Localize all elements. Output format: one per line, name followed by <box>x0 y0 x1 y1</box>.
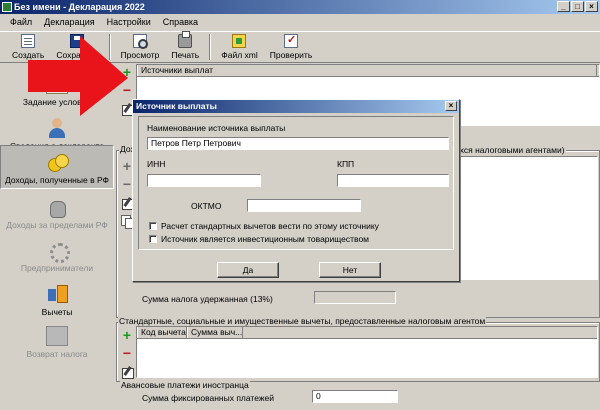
inn-input[interactable] <box>147 174 261 187</box>
deduction-code-column: Код вычета <box>137 327 187 338</box>
xml-file-icon <box>232 34 247 48</box>
tax-withheld-label: Сумма налога удержанная (13%) <box>142 294 273 304</box>
sidebar-item-income-abroad[interactable]: Доходы за пределами РФ <box>0 189 114 233</box>
investment-partnership-checkbox[interactable] <box>149 235 157 243</box>
payment-source-dialog: Источник выплаты × Наименование источник… <box>132 99 460 282</box>
print-button[interactable]: Печать <box>165 31 205 62</box>
dialog-title: Источник выплаты <box>136 101 217 111</box>
menu-file[interactable]: Файл <box>4 14 38 30</box>
sidebar-item-label: Доходы, полученные в РФ <box>5 175 109 185</box>
source-name-label: Наименование источника выплаты <box>147 123 286 133</box>
sidebar-item-entrepreneurs[interactable]: Предприниматели <box>0 232 114 276</box>
advance-payments-title: Авансовые платежи иностранца <box>120 380 250 390</box>
app-icon <box>2 2 12 12</box>
oktmo-label: ОКТМО <box>191 201 222 211</box>
dialog-close-button[interactable]: × <box>445 101 457 111</box>
money-bag-icon <box>46 197 68 218</box>
oktmo-input[interactable] <box>247 199 361 212</box>
close-button[interactable]: × <box>585 1 598 12</box>
investment-partnership-checkbox-label: Источник является инвестиционным товарищ… <box>161 234 370 244</box>
sidebar-item-income-rf[interactable]: Доходы, полученные в РФ <box>0 145 114 189</box>
kpp-input[interactable] <box>337 174 449 187</box>
window-titlebar: Без имени - Декларация 2022 _ □ × <box>0 0 600 14</box>
deductions-icon <box>46 284 68 304</box>
sources-column-header: Источники выплат <box>137 65 597 76</box>
sidebar-item-label: Доходы за пределами РФ <box>6 220 108 230</box>
printer-icon <box>178 31 193 48</box>
xml-file-button[interactable]: Файл xml <box>215 34 263 62</box>
sidebar-item-label: Вычеты <box>41 307 73 317</box>
sidebar-item-deductions[interactable]: Вычеты <box>0 276 114 320</box>
standard-deductions-checkbox-row[interactable]: Расчет стандартных вычетов вести по этом… <box>149 221 379 231</box>
refund-icon <box>46 326 68 346</box>
arrow-shape <box>28 36 128 116</box>
sidebar-item-refund[interactable]: Возврат налога <box>0 318 114 362</box>
source-name-input[interactable]: Петров Петр Петрович <box>147 137 449 150</box>
menu-declaration[interactable]: Декларация <box>38 14 100 30</box>
tax-withheld-field <box>314 291 396 304</box>
standard-deductions-checkbox[interactable] <box>149 222 157 230</box>
window-controls: _ □ × <box>557 1 598 12</box>
add-deduction-button[interactable]: + <box>120 328 134 343</box>
kpp-label: КПП <box>337 159 355 169</box>
sidebar-item-label: Возврат налога <box>26 349 88 359</box>
deductions-title: Стандартные, социальные и имущественные … <box>118 316 487 326</box>
person-icon <box>46 118 68 138</box>
sources-grid-header: Источники выплат <box>137 65 599 77</box>
gear-icon <box>46 240 70 263</box>
no-button[interactable]: Нет <box>319 262 381 278</box>
delete-deduction-button[interactable]: − <box>120 346 134 361</box>
minimize-button[interactable]: _ <box>557 1 570 12</box>
edit-deduction-button[interactable] <box>120 365 134 379</box>
preview-magnifier-icon <box>132 34 148 49</box>
red-arrow-annotation <box>28 36 128 116</box>
investment-partnership-checkbox-row[interactable]: Источник является инвестиционным товарищ… <box>149 234 369 244</box>
deductions-grid-header: Код вычета Сумма выч... <box>137 327 597 339</box>
income-group-title-right: ихся налоговыми агентами) <box>454 145 566 155</box>
fixed-payments-label: Сумма фиксированных платежей <box>142 393 275 403</box>
check-button[interactable]: Проверить <box>264 33 319 62</box>
print-label: Печать <box>171 50 200 60</box>
dialog-body: Наименование источника выплаты Петров Пе… <box>138 116 454 250</box>
menu-settings[interactable]: Настройки <box>101 14 157 30</box>
menu-bar: Файл Декларация Настройки Справка <box>0 14 600 30</box>
yes-button[interactable]: Да <box>217 262 279 278</box>
toolbar-separator <box>209 34 212 60</box>
deductions-tools: + − <box>118 328 136 383</box>
menu-help[interactable]: Справка <box>157 14 204 30</box>
checkmark-document-icon <box>283 33 298 48</box>
dialog-titlebar: Источник выплаты × <box>133 100 459 113</box>
maximize-button[interactable]: □ <box>571 1 584 12</box>
coins-icon <box>46 152 69 172</box>
inn-label: ИНН <box>147 159 166 169</box>
window-title: Без имени - Декларация 2022 <box>14 2 145 12</box>
deduction-amount-column: Сумма выч... <box>187 327 243 338</box>
deductions-list[interactable]: Код вычета Сумма выч... <box>136 326 598 378</box>
sidebar-item-label: Предприниматели <box>20 263 94 273</box>
standard-deductions-checkbox-label: Расчет стандартных вычетов вести по этом… <box>161 221 379 231</box>
fixed-payments-input[interactable]: 0 <box>312 390 398 403</box>
check-label: Проверить <box>269 50 313 60</box>
xml-label: Файл xml <box>221 50 258 60</box>
